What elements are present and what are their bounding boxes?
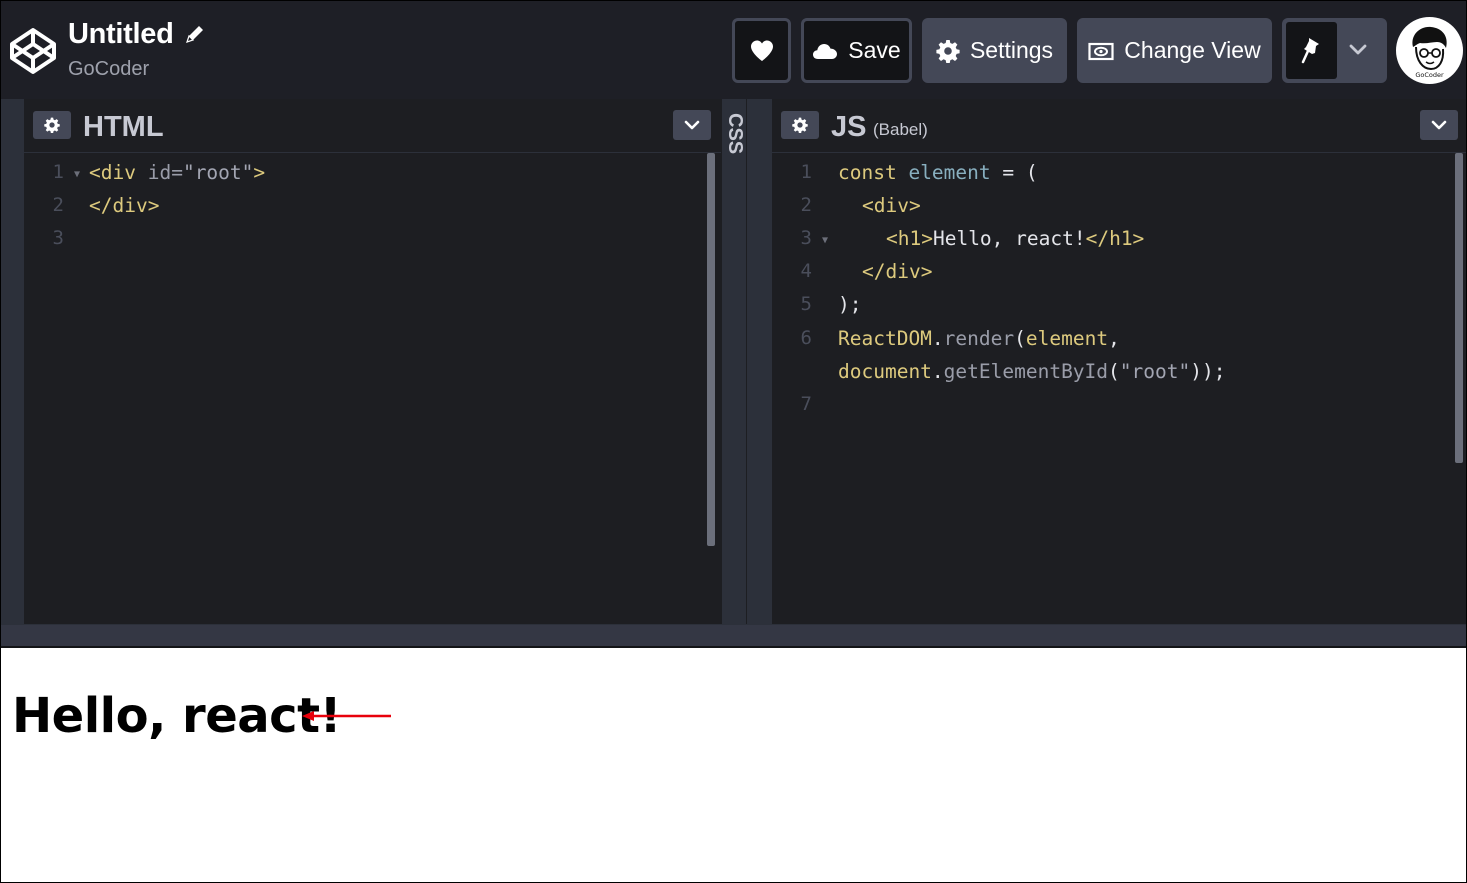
line-number: 3 — [52, 227, 64, 249]
line-number: 2 — [800, 194, 812, 216]
fold-arrow-icon[interactable]: ▼ — [822, 235, 828, 246]
code-line: const element = ( — [838, 161, 1038, 184]
code-line: ); — [838, 293, 862, 316]
pin-dropdown-button[interactable] — [1344, 38, 1372, 62]
result-preview: Hello, react! — [1, 650, 1466, 882]
fold-arrow-icon[interactable]: ▼ — [74, 169, 80, 180]
pin-menu-group — [1282, 18, 1387, 83]
js-editor-menu-button[interactable] — [1420, 110, 1458, 140]
user-avatar[interactable]: GoCoder — [1396, 17, 1463, 84]
html-editor-title: HTML — [83, 111, 164, 143]
html-editor-scrollbar[interactable] — [707, 153, 715, 546]
cloud-icon — [813, 43, 838, 59]
codepen-window: Untitled GoCoder Save Settings Change Vi… — [0, 0, 1467, 883]
settings-button[interactable]: Settings — [922, 18, 1067, 83]
change-view-button[interactable]: Change View — [1077, 18, 1272, 83]
code-line: </div> — [89, 194, 160, 217]
code-line-wrapped: document.getElementById("root")); — [838, 360, 1226, 383]
love-button[interactable] — [732, 18, 791, 83]
js-settings-button[interactable] — [781, 111, 819, 139]
line-number: 5 — [800, 293, 812, 315]
heart-icon — [750, 40, 773, 61]
html-editor-pane: HTML 1 ▼ <div id="root"> 2 </div> 3 — [24, 99, 721, 624]
pin-button[interactable] — [1286, 22, 1337, 79]
code-line: <div id="root"> — [89, 161, 266, 184]
gear-icon — [936, 39, 960, 63]
pin-icon — [1301, 37, 1319, 63]
preview-resize-bar[interactable] — [1, 624, 1466, 648]
line-number: 1 — [52, 161, 64, 183]
js-editor-pane: JS (Babel) 1 const element = ( 2 <div> 3… — [772, 99, 1466, 624]
line-number: 7 — [800, 393, 812, 415]
author-name[interactable]: GoCoder — [68, 58, 149, 81]
chevron-down-icon — [684, 120, 700, 130]
save-label: Save — [848, 37, 901, 63]
html-editor-menu-button[interactable] — [673, 110, 711, 140]
chevron-down-icon — [1431, 120, 1447, 130]
left-gutter — [1, 99, 24, 624]
layout-view-icon — [1088, 42, 1114, 60]
edit-pencil-icon[interactable] — [184, 23, 206, 45]
code-line: <h1>Hello, react!</h1> — [886, 227, 1145, 250]
preview-heading: Hello, react! — [12, 688, 341, 744]
codepen-logo-icon[interactable] — [9, 27, 57, 75]
avatar-image-icon: GoCoder — [1396, 17, 1463, 84]
line-number: 6 — [800, 327, 812, 349]
avatar-caption: GoCoder — [1415, 71, 1444, 79]
js-editor-scrollbar[interactable] — [1455, 153, 1463, 463]
editor-area: HTML 1 ▼ <div id="root"> 2 </div> 3 CSS — [1, 99, 1466, 624]
css-editor-collapsed-tab[interactable]: CSS — [721, 99, 747, 624]
line-number: 4 — [800, 260, 812, 282]
save-button[interactable]: Save — [801, 18, 912, 83]
change-view-label: Change View — [1124, 37, 1261, 63]
line-number: 3 — [800, 227, 812, 249]
settings-label: Settings — [969, 37, 1054, 63]
html-editor-header: HTML — [24, 99, 721, 153]
css-editor-title: CSS — [724, 113, 746, 155]
gear-icon — [792, 117, 808, 133]
pen-title[interactable]: Untitled — [68, 18, 174, 51]
gear-icon — [44, 117, 60, 133]
line-number: 1 — [800, 161, 812, 183]
top-header: Untitled GoCoder Save Settings Change Vi… — [1, 1, 1466, 99]
line-number: 2 — [52, 194, 64, 216]
code-line: <div> — [862, 194, 921, 217]
code-line: ReactDOM.render(element, — [838, 327, 1120, 350]
js-preprocessor-label: (Babel) — [873, 120, 928, 139]
code-line: </div> — [862, 260, 933, 283]
js-editor-title: JS — [831, 111, 867, 143]
editor-divider[interactable] — [747, 99, 772, 624]
annotation-arrow-icon — [302, 711, 391, 721]
html-settings-button[interactable] — [33, 111, 71, 139]
chevron-down-icon — [1349, 44, 1367, 55]
js-editor-header: JS (Babel) — [772, 99, 1466, 153]
